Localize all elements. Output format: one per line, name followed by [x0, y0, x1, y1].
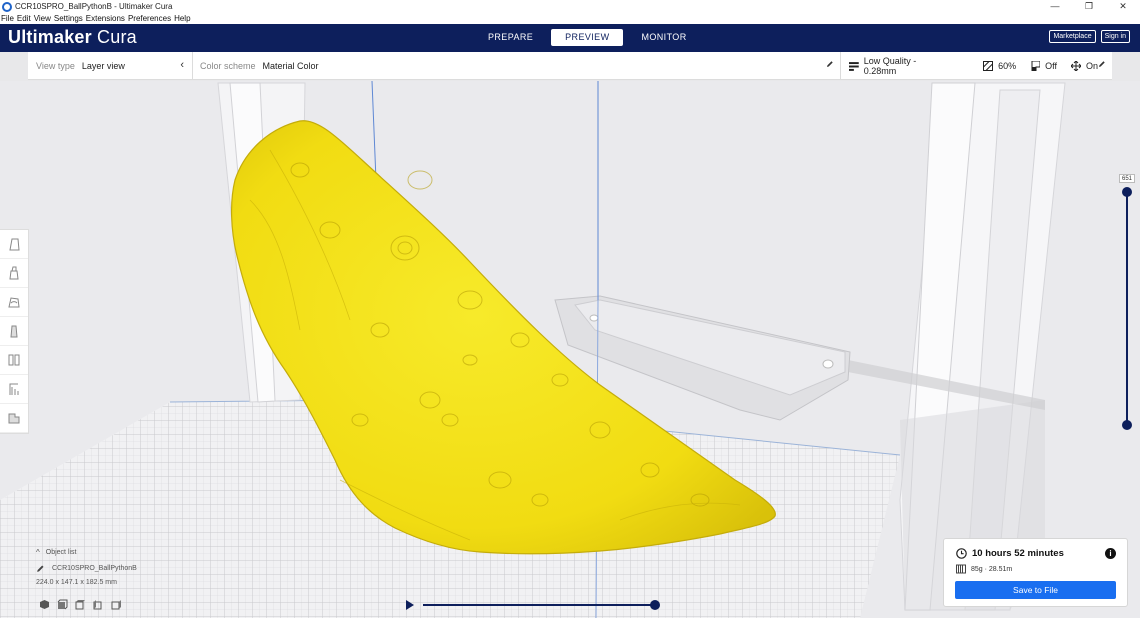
- header-buttons: Marketplace Sign in: [1049, 30, 1130, 43]
- window-controls: — ❐ ✕: [1038, 0, 1140, 13]
- support-icon: [1031, 61, 1041, 71]
- brand-bold: Ultimaker: [8, 27, 92, 47]
- infill-icon: [983, 61, 994, 71]
- play-icon[interactable]: [405, 599, 415, 611]
- path-slider-handle[interactable]: [650, 600, 660, 610]
- print-info-panel: 10 hours 52 minutes i 85g · 28.51m Save …: [943, 538, 1128, 607]
- view-type-label: View type: [36, 61, 75, 71]
- menu-view[interactable]: View: [34, 13, 51, 24]
- menu-preferences[interactable]: Preferences: [128, 13, 171, 24]
- tab-prepare[interactable]: PREPARE: [474, 29, 547, 46]
- quality-icon: [849, 61, 859, 71]
- support-setting[interactable]: Off: [1030, 61, 1057, 71]
- tool-panel: [0, 229, 29, 434]
- info-icon[interactable]: i: [1105, 548, 1116, 559]
- view-toolbar: View type Layer view ‹ Color scheme Mate…: [28, 52, 1112, 80]
- marketplace-button[interactable]: Marketplace: [1049, 30, 1096, 43]
- pencil-icon[interactable]: [36, 564, 45, 573]
- chevron-up-icon: ^: [36, 548, 40, 557]
- print-time: 10 hours 52 minutes: [956, 548, 1064, 559]
- save-to-file-button[interactable]: Save to File: [955, 581, 1116, 599]
- menu-extensions[interactable]: Extensions: [86, 13, 125, 24]
- view-top-icon[interactable]: [74, 598, 86, 610]
- pencil-icon[interactable]: [1098, 60, 1106, 68]
- restore-icon[interactable]: ❐: [1072, 0, 1106, 13]
- brand-logo: Ultimaker Cura: [8, 27, 137, 48]
- adhesion-icon: [1070, 61, 1081, 71]
- adhesion-value: On: [1085, 61, 1098, 71]
- menu-bar: File Edit View Settings Extensions Prefe…: [0, 13, 1140, 24]
- print-time-value: 10 hours 52 minutes: [972, 548, 1064, 559]
- brand-light: Cura: [97, 27, 137, 47]
- quality-setting[interactable]: Low Quality - 0.28mm: [849, 56, 949, 76]
- layer-value-box[interactable]: 651: [1119, 174, 1135, 183]
- camera-view-buttons: [38, 598, 122, 610]
- view-type-value: Layer view: [81, 61, 125, 71]
- viewport-3d[interactable]: 651 ^ Object list CCR10SPRO_BallPythonB …: [0, 81, 1140, 618]
- material-usage: 85g · 28.51m: [956, 564, 1012, 574]
- adhesion-setting[interactable]: On: [1070, 61, 1098, 71]
- color-scheme-value: Material Color: [262, 61, 319, 71]
- support-value: Off: [1045, 61, 1057, 71]
- object-list-label: Object list: [45, 549, 77, 556]
- menu-edit[interactable]: Edit: [17, 13, 31, 24]
- view-type-selector[interactable]: View type Layer view ‹: [28, 52, 193, 80]
- view-right-icon[interactable]: [110, 598, 122, 610]
- clock-icon: [956, 548, 967, 559]
- menu-file[interactable]: File: [1, 13, 14, 24]
- object-list-panel: ^ Object list CCR10SPRO_BallPythonB 224.…: [36, 548, 137, 586]
- window-title: CCR10SPRO_BallPythonB - Ultimaker Cura: [15, 2, 173, 11]
- view-front-icon[interactable]: [56, 598, 68, 610]
- infill-setting[interactable]: 60%: [983, 61, 1016, 71]
- tab-monitor[interactable]: MONITOR: [627, 29, 700, 46]
- support-blocker-icon[interactable]: [0, 375, 28, 404]
- quality-value: Low Quality - 0.28mm: [863, 56, 917, 76]
- layer-slider-top-handle[interactable]: [1122, 187, 1132, 197]
- view-3d-icon[interactable]: [38, 598, 50, 610]
- menu-help[interactable]: Help: [174, 13, 190, 24]
- infill-value: 60%: [998, 61, 1017, 71]
- print-settings-summary[interactable]: Low Quality - 0.28mm 60% Off On: [841, 52, 1112, 80]
- translate-tool-icon[interactable]: [0, 230, 28, 259]
- pencil-icon[interactable]: [826, 60, 834, 68]
- view-left-icon[interactable]: [92, 598, 104, 610]
- color-scheme-selector[interactable]: Color scheme Material Color: [193, 52, 841, 80]
- window-title-bar: CCR10SPRO_BallPythonB - Ultimaker Cura —…: [0, 0, 1140, 13]
- object-name: CCR10SPRO_BallPythonB: [52, 565, 137, 572]
- tab-preview[interactable]: PREVIEW: [551, 29, 624, 46]
- per-model-tool-icon[interactable]: [0, 346, 28, 375]
- path-slider-track[interactable]: [423, 604, 656, 606]
- object-row[interactable]: CCR10SPRO_BallPythonB: [36, 564, 137, 573]
- color-scheme-label: Color scheme: [200, 61, 256, 71]
- sign-in-button[interactable]: Sign in: [1100, 30, 1130, 43]
- stage-tabs: PREPARE PREVIEW MONITOR: [474, 29, 701, 46]
- object-dimensions: 224.0 x 147.1 x 182.5 mm: [36, 579, 117, 586]
- mirror-tool-icon[interactable]: [0, 317, 28, 346]
- object-list-toggle[interactable]: ^ Object list: [36, 548, 137, 557]
- rotate-tool-icon[interactable]: [0, 288, 28, 317]
- menu-settings[interactable]: Settings: [54, 13, 83, 24]
- minimize-icon[interactable]: —: [1038, 0, 1072, 13]
- spool-icon: [956, 564, 966, 574]
- layer-slider-bottom-handle[interactable]: [1122, 420, 1132, 430]
- layer-slider-track[interactable]: [1126, 191, 1128, 425]
- material-usage-value: 85g · 28.51m: [971, 565, 1013, 573]
- lay-flat-icon[interactable]: [0, 404, 28, 433]
- app-icon: [2, 1, 12, 12]
- chevron-left-icon[interactable]: ‹: [180, 59, 184, 71]
- app-header: Ultimaker Cura PREPARE PREVIEW MONITOR M…: [0, 24, 1140, 52]
- scale-tool-icon[interactable]: [0, 259, 28, 288]
- close-icon[interactable]: ✕: [1106, 0, 1140, 13]
